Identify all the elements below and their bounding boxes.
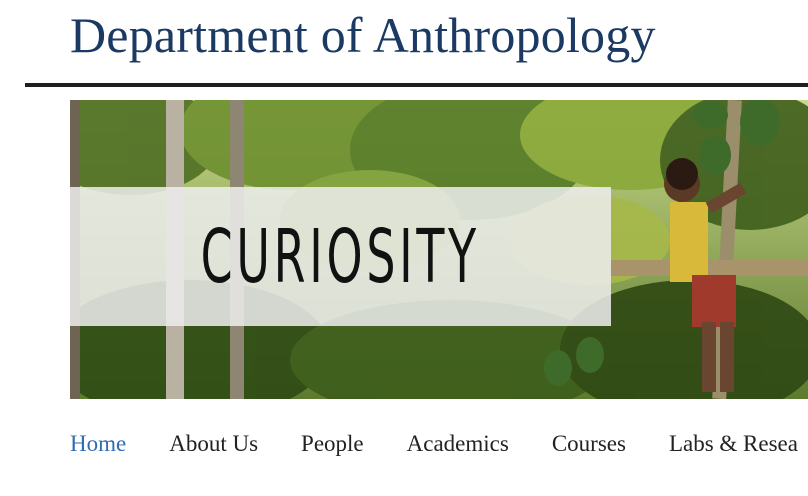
hero-banner: Curiosity — [70, 100, 808, 399]
header-divider — [25, 83, 808, 87]
nav-item-labs-research[interactable]: Labs & Resea — [669, 428, 798, 460]
main-nav: Home About Us People Academics Courses L… — [70, 428, 808, 460]
nav-item-home[interactable]: Home — [70, 428, 126, 460]
nav-item-people[interactable]: People — [301, 428, 364, 460]
hero-caption-text: Curiosity — [200, 213, 481, 300]
site-title[interactable]: Department of Anthropology — [70, 4, 656, 66]
nav-item-academics[interactable]: Academics — [407, 428, 509, 460]
nav-item-courses[interactable]: Courses — [552, 428, 626, 460]
nav-item-about-us[interactable]: About Us — [169, 428, 258, 460]
hero-caption-panel: Curiosity — [70, 187, 611, 326]
